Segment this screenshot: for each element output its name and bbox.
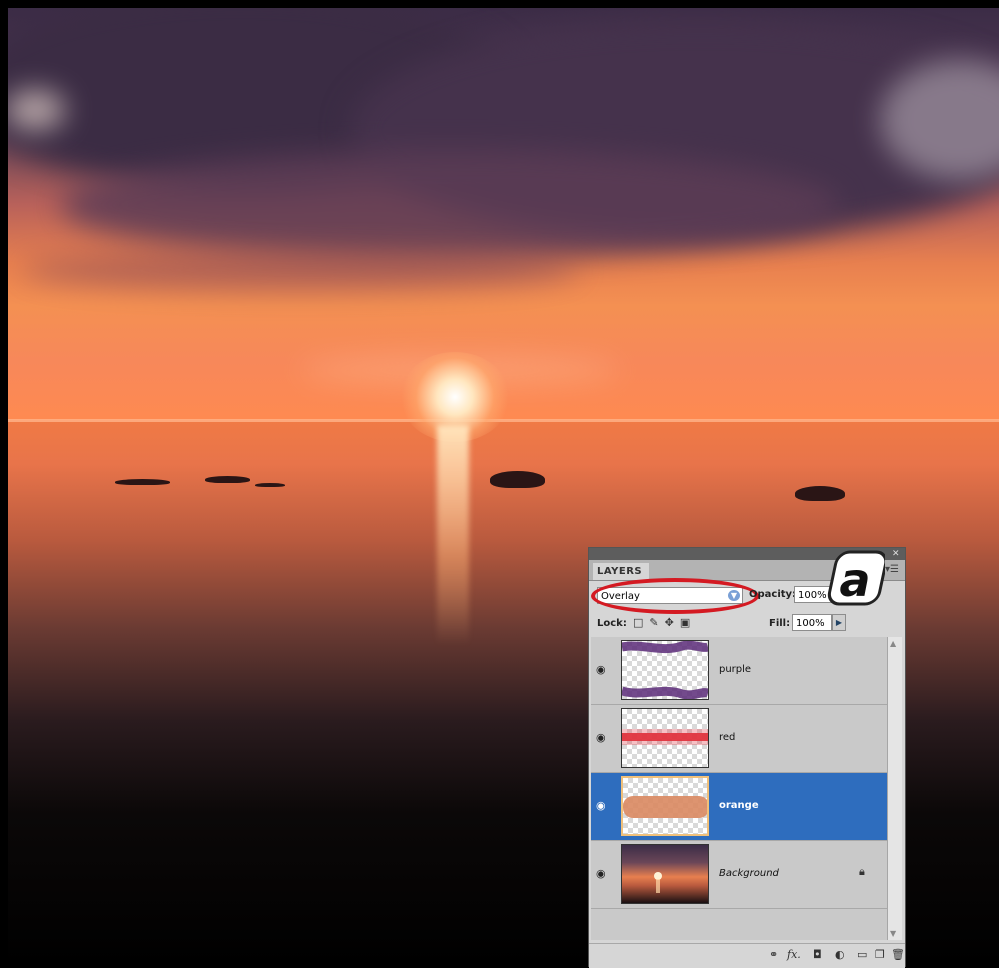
lock-all-icon[interactable]: ▣ [680, 616, 696, 629]
sun-reflection [437, 425, 469, 645]
layer-thumbnail [621, 844, 709, 904]
delete-layer-icon[interactable]: 🗑︎ [891, 948, 905, 961]
layer-thumbnail [621, 708, 709, 768]
lock-options: □✎✥▣ [633, 616, 696, 629]
layer-name: red [719, 732, 736, 743]
eye-icon[interactable]: ◉ [596, 731, 606, 744]
eye-icon[interactable]: ◉ [596, 799, 606, 812]
eye-icon[interactable]: ◉ [596, 663, 606, 676]
layer-name: purple [719, 664, 752, 675]
lock-icon: 🔒︎ [859, 865, 865, 878]
eye-icon[interactable]: ◉ [596, 867, 606, 880]
layer-row-red[interactable]: ◉ red [591, 705, 887, 773]
step-badge-letter: a [839, 553, 870, 607]
rock [115, 479, 170, 485]
panel-footer: ⚭ fx. ◘ ◐ ▭ ❐ 🗑︎ [589, 943, 905, 968]
adjustment-layer-icon[interactable]: ◐ [835, 948, 845, 961]
add-mask-icon[interactable]: ◘ [813, 948, 822, 961]
rock [795, 486, 845, 501]
highlight-ring [591, 578, 759, 614]
fill-field[interactable]: 100% [792, 614, 832, 631]
lock-pixels-icon[interactable]: ✎ [649, 616, 664, 629]
layer-name: orange [719, 800, 759, 811]
step-badge: a [827, 550, 885, 607]
rock [490, 471, 545, 488]
cloud [20, 250, 580, 290]
rock [255, 483, 285, 487]
lock-label: Lock: [597, 618, 627, 629]
lock-transparency-icon[interactable]: □ [633, 616, 649, 629]
layer-thumbnail [621, 640, 709, 700]
lock-position-icon[interactable]: ✥ [665, 616, 680, 629]
layer-list-scrollbar[interactable]: ▲ ▼ [887, 637, 902, 940]
layer-list: ◉ purple ◉ red ◉ orange ◉ Background 🔒︎ [591, 637, 887, 940]
new-layer-icon[interactable]: ❐ [875, 948, 885, 961]
layer-name: Background [719, 868, 779, 879]
layer-thumbnail [621, 776, 709, 836]
new-group-icon[interactable]: ▭ [857, 948, 867, 961]
panel-menu-icon[interactable]: ▾☰ [885, 564, 899, 575]
cloud [60, 150, 840, 260]
fx-icon[interactable]: fx. [787, 948, 801, 961]
opacity-label: Opacity: [749, 589, 797, 600]
layer-row-background[interactable]: ◉ Background 🔒︎ [591, 841, 887, 909]
close-icon[interactable]: ✕ [892, 548, 900, 560]
rock [205, 476, 250, 483]
layer-row-purple[interactable]: ◉ purple [591, 637, 887, 705]
fill-label: Fill: [769, 618, 791, 629]
tab-layers[interactable]: LAYERS [593, 563, 649, 580]
scroll-up-icon[interactable]: ▲ [890, 639, 896, 648]
cloud [5, 90, 65, 130]
scroll-down-icon[interactable]: ▼ [890, 929, 896, 938]
layers-panel: ◂ ✕ LAYERS ▾☰ Overlay ▼ Opacity: 100% a … [588, 547, 906, 968]
link-layers-icon[interactable]: ⚭ [769, 948, 778, 961]
fill-slider-toggle[interactable]: ▶ [832, 614, 846, 631]
layer-row-orange[interactable]: ◉ orange [591, 773, 887, 841]
